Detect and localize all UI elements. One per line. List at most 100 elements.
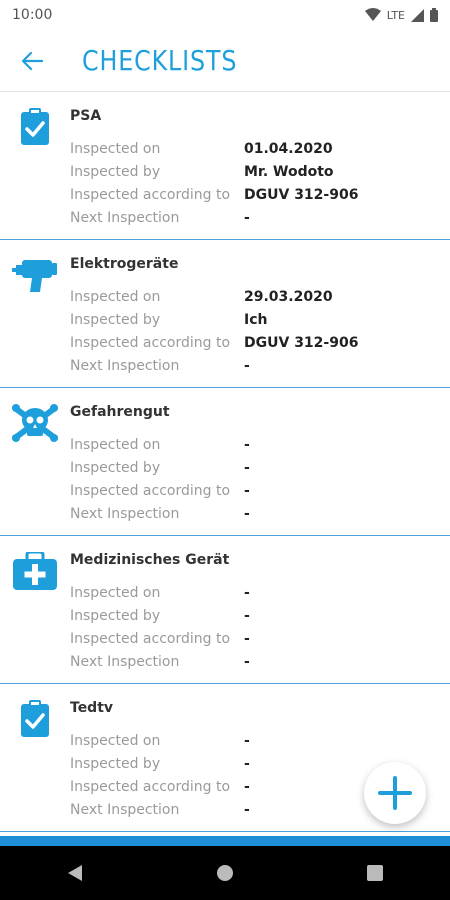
card-title: PSA <box>70 108 102 124</box>
checklist-card-medizinisches-geraet[interactable]: Medizinisches Gerät Inspected on - Inspec… <box>0 536 450 684</box>
according-to-value: - <box>244 482 250 499</box>
next-inspection-value: - <box>244 357 250 374</box>
inspected-on-value: - <box>244 436 250 453</box>
next-inspection-label: Next Inspection <box>70 357 180 374</box>
next-inspection-value: - <box>244 801 250 818</box>
card-title: Gefahrengut <box>70 404 170 420</box>
according-to-label: Inspected according to <box>70 482 231 499</box>
inspected-on-label: Inspected on <box>70 140 161 157</box>
checklist-card-psa[interactable]: PSA Inspected on 01.04.2020 Inspected by M… <box>0 92 450 240</box>
inspected-on-row: Inspected on - <box>70 729 250 752</box>
app-bar: CHECKLISTS <box>0 30 450 92</box>
next-inspection-label: Next Inspection <box>70 801 180 818</box>
triangle-back-icon <box>68 865 82 881</box>
inspected-on-label: Inspected on <box>70 436 161 453</box>
network-label: LTE <box>386 8 405 22</box>
plus-icon <box>378 776 412 810</box>
status-icons: LTE <box>364 8 438 22</box>
next-inspection-row: Next Inspection - <box>70 650 250 673</box>
according-to-row: Inspected according to DGUV 312-906 <box>70 183 358 206</box>
inspected-by-label: Inspected by <box>70 755 161 772</box>
next-inspection-label: Next Inspection <box>70 209 180 226</box>
inspected-by-label: Inspected by <box>70 163 161 180</box>
battery-icon <box>430 8 438 22</box>
card-title: Elektrogeräte <box>70 256 179 272</box>
skull-crossbones-icon <box>12 404 58 450</box>
checklist-card-elektrogeraete[interactable]: Elektrogeräte Inspected on 29.03.2020 Ins… <box>0 240 450 388</box>
system-nav-bar <box>0 846 450 900</box>
according-to-row: Inspected according to - <box>70 479 250 502</box>
next-inspection-label: Next Inspection <box>70 653 180 670</box>
according-to-value: - <box>244 778 250 795</box>
inspected-on-label: Inspected on <box>70 732 161 749</box>
nav-home-button[interactable] <box>205 853 245 893</box>
according-to-row: Inspected according to DGUV 312-906 <box>70 331 358 354</box>
inspected-on-value: 01.04.2020 <box>244 140 333 157</box>
drill-icon <box>12 256 58 302</box>
signal-icon <box>411 8 424 22</box>
inspected-by-row: Inspected by Ich <box>70 308 358 331</box>
inspected-by-value: - <box>244 459 250 476</box>
inspected-on-label: Inspected on <box>70 288 161 305</box>
inspected-by-value: - <box>244 755 250 772</box>
next-inspection-value: - <box>244 209 250 226</box>
inspected-by-value: Ich <box>244 311 268 328</box>
next-inspection-row: Next Inspection - <box>70 206 358 229</box>
according-to-value: - <box>244 630 250 647</box>
inspected-by-label: Inspected by <box>70 311 161 328</box>
checklist-list: PSA Inspected on 01.04.2020 Inspected by M… <box>0 92 450 836</box>
according-to-label: Inspected according to <box>70 778 231 795</box>
according-to-label: Inspected according to <box>70 186 231 203</box>
card-details: Inspected on 01.04.2020 Inspected by Mr. W… <box>70 137 358 229</box>
next-inspection-row: Next Inspection - <box>70 502 250 525</box>
inspected-on-row: Inspected on - <box>70 433 250 456</box>
card-title: Medizinisches Gerät <box>70 552 230 568</box>
circle-home-icon <box>217 865 233 881</box>
page-title: CHECKLISTS <box>82 44 238 77</box>
according-to-value: DGUV 312-906 <box>244 186 359 203</box>
arrow-left-icon <box>21 51 43 70</box>
back-button[interactable] <box>0 30 64 92</box>
inspected-on-value: - <box>244 584 250 601</box>
inspected-by-value: - <box>244 607 250 624</box>
bottom-accent-strip <box>0 836 450 846</box>
checklist-card-gefahrengut[interactable]: Gefahrengut Inspected on - Inspected by - … <box>0 388 450 536</box>
inspected-by-row: Inspected by - <box>70 456 250 479</box>
inspected-by-row: Inspected by Mr. Wodoto <box>70 160 358 183</box>
next-inspection-label: Next Inspection <box>70 505 180 522</box>
next-inspection-value: - <box>244 653 250 670</box>
according-to-label: Inspected according to <box>70 630 231 647</box>
medical-kit-icon <box>12 552 58 598</box>
add-checklist-button[interactable] <box>364 762 426 824</box>
next-inspection-row: Next Inspection - <box>70 798 250 821</box>
card-details: Inspected on - Inspected by - Inspected ac… <box>70 581 250 673</box>
card-title: Tedtv <box>70 700 114 716</box>
according-to-row: Inspected according to - <box>70 627 250 650</box>
inspected-on-value: - <box>244 732 250 749</box>
inspected-by-row: Inspected by - <box>70 752 250 775</box>
according-to-row: Inspected according to - <box>70 775 250 798</box>
inspected-on-label: Inspected on <box>70 584 161 601</box>
next-inspection-value: - <box>244 505 250 522</box>
clipboard-check-icon <box>12 700 58 746</box>
clipboard-check-icon <box>12 108 58 154</box>
status-time: 10:00 <box>12 7 53 23</box>
inspected-by-value: Mr. Wodoto <box>244 163 334 180</box>
card-details: Inspected on 29.03.2020 Inspected by Ich I… <box>70 285 358 377</box>
inspected-on-value: 29.03.2020 <box>244 288 333 305</box>
card-details: Inspected on - Inspected by - Inspected ac… <box>70 729 250 821</box>
next-inspection-row: Next Inspection - <box>70 354 358 377</box>
nav-back-button[interactable] <box>55 853 95 893</box>
nav-recents-button[interactable] <box>355 853 395 893</box>
card-details: Inspected on - Inspected by - Inspected ac… <box>70 433 250 525</box>
status-bar: 10:00 LTE <box>0 0 450 30</box>
inspected-on-row: Inspected on 29.03.2020 <box>70 285 358 308</box>
square-recents-icon <box>367 865 383 881</box>
inspected-by-label: Inspected by <box>70 459 161 476</box>
inspected-on-row: Inspected on - <box>70 581 250 604</box>
inspected-by-label: Inspected by <box>70 607 161 624</box>
inspected-on-row: Inspected on 01.04.2020 <box>70 137 358 160</box>
according-to-value: DGUV 312-906 <box>244 334 359 351</box>
wifi-icon <box>364 8 381 21</box>
according-to-label: Inspected according to <box>70 334 231 351</box>
